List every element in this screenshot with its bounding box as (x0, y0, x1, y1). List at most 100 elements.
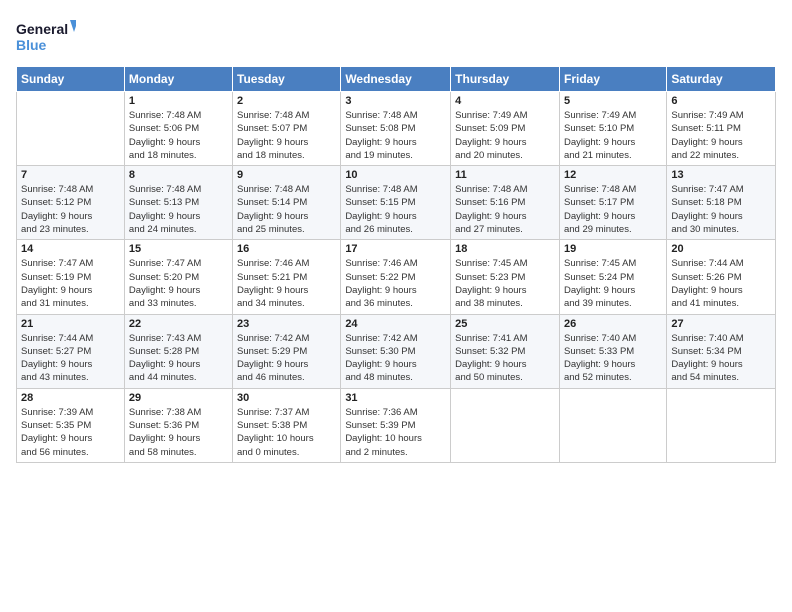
day-info: Sunrise: 7:48 AMSunset: 5:13 PMDaylight:… (129, 183, 228, 236)
calendar-cell (559, 388, 666, 462)
calendar-cell: 3 Sunrise: 7:48 AMSunset: 5:08 PMDaylight… (341, 92, 451, 166)
day-info: Sunrise: 7:49 AMSunset: 5:09 PMDaylight:… (455, 109, 555, 162)
day-number: 23 (237, 318, 336, 330)
day-number: 7 (21, 169, 120, 181)
day-number: 8 (129, 169, 228, 181)
day-info: Sunrise: 7:49 AMSunset: 5:11 PMDaylight:… (671, 109, 771, 162)
day-info: Sunrise: 7:40 AMSunset: 5:33 PMDaylight:… (564, 332, 662, 385)
calendar-cell: 31 Sunrise: 7:36 AMSunset: 5:39 PMDayligh… (341, 388, 451, 462)
calendar-cell: 27 Sunrise: 7:40 AMSunset: 5:34 PMDayligh… (667, 314, 776, 388)
day-info: Sunrise: 7:39 AMSunset: 5:35 PMDaylight:… (21, 406, 120, 459)
calendar-cell: 1 Sunrise: 7:48 AMSunset: 5:06 PMDaylight… (124, 92, 232, 166)
day-number: 25 (455, 318, 555, 330)
calendar-weekday-wednesday: Wednesday (341, 67, 451, 92)
day-number: 9 (237, 169, 336, 181)
day-number: 11 (455, 169, 555, 181)
calendar-cell: 29Sunrise: 7:38 AMSunset: 5:36 PMDayligh… (124, 388, 232, 462)
svg-text:General: General (16, 21, 68, 37)
calendar-cell: 12Sunrise: 7:48 AMSunset: 5:17 PMDayligh… (559, 166, 666, 240)
calendar-cell: 21 Sunrise: 7:44 AMSunset: 5:27 PMDayligh… (17, 314, 125, 388)
logo-svg: General Blue (16, 16, 76, 56)
calendar-weekday-friday: Friday (559, 67, 666, 92)
calendar-header-row: SundayMondayTuesdayWednesdayThursdayFrid… (17, 67, 776, 92)
day-number: 19 (564, 243, 662, 255)
calendar-week-row: 28 Sunrise: 7:39 AMSunset: 5:35 PMDayligh… (17, 388, 776, 462)
day-number: 10 (345, 169, 446, 181)
day-number: 24 (345, 318, 446, 330)
calendar-cell: 7 Sunrise: 7:48 AMSunset: 5:12 PMDaylight… (17, 166, 125, 240)
day-info: Sunrise: 7:48 AMSunset: 5:07 PMDaylight:… (237, 109, 336, 162)
calendar-cell: 6 Sunrise: 7:49 AMSunset: 5:11 PMDaylight… (667, 92, 776, 166)
day-number: 3 (345, 95, 446, 107)
day-number: 2 (237, 95, 336, 107)
calendar-cell: 16 Sunrise: 7:46 AMSunset: 5:21 PMDayligh… (233, 240, 341, 314)
day-number: 28 (21, 392, 120, 404)
calendar-cell: 20Sunrise: 7:44 AMSunset: 5:26 PMDayligh… (667, 240, 776, 314)
day-number: 31 (345, 392, 446, 404)
calendar-cell (667, 388, 776, 462)
day-info: Sunrise: 7:40 AMSunset: 5:34 PMDaylight:… (671, 332, 771, 385)
day-number: 18 (455, 243, 555, 255)
calendar-weekday-tuesday: Tuesday (233, 67, 341, 92)
day-number: 20 (671, 243, 771, 255)
calendar-cell: 26 Sunrise: 7:40 AMSunset: 5:33 PMDayligh… (559, 314, 666, 388)
day-number: 30 (237, 392, 336, 404)
calendar-week-row: 14 Sunrise: 7:47 AMSunset: 5:19 PMDayligh… (17, 240, 776, 314)
day-info: Sunrise: 7:42 AMSunset: 5:30 PMDaylight:… (345, 332, 446, 385)
day-info: Sunrise: 7:44 AMSunset: 5:27 PMDaylight:… (21, 332, 120, 385)
calendar-week-row: 1 Sunrise: 7:48 AMSunset: 5:06 PMDaylight… (17, 92, 776, 166)
day-number: 1 (129, 95, 228, 107)
calendar-week-row: 7 Sunrise: 7:48 AMSunset: 5:12 PMDaylight… (17, 166, 776, 240)
calendar-cell: 24 Sunrise: 7:42 AMSunset: 5:30 PMDayligh… (341, 314, 451, 388)
calendar-cell: 4Sunrise: 7:49 AMSunset: 5:09 PMDaylight… (451, 92, 560, 166)
calendar-cell: 11 Sunrise: 7:48 AMSunset: 5:16 PMDayligh… (451, 166, 560, 240)
calendar-cell (451, 388, 560, 462)
calendar-cell: 8 Sunrise: 7:48 AMSunset: 5:13 PMDaylight… (124, 166, 232, 240)
day-number: 13 (671, 169, 771, 181)
day-info: Sunrise: 7:48 AMSunset: 5:06 PMDaylight:… (129, 109, 228, 162)
day-number: 6 (671, 95, 771, 107)
day-number: 5 (564, 95, 662, 107)
day-info: Sunrise: 7:43 AMSunset: 5:28 PMDaylight:… (129, 332, 228, 385)
day-info: Sunrise: 7:36 AMSunset: 5:39 PMDaylight:… (345, 406, 446, 459)
calendar-weekday-saturday: Saturday (667, 67, 776, 92)
calendar-cell: 23Sunrise: 7:42 AMSunset: 5:29 PMDayligh… (233, 314, 341, 388)
calendar-cell: 25Sunrise: 7:41 AMSunset: 5:32 PMDayligh… (451, 314, 560, 388)
calendar-cell: 19 Sunrise: 7:45 AMSunset: 5:24 PMDayligh… (559, 240, 666, 314)
day-number: 22 (129, 318, 228, 330)
day-number: 17 (345, 243, 446, 255)
day-number: 21 (21, 318, 120, 330)
calendar-cell: 22 Sunrise: 7:43 AMSunset: 5:28 PMDayligh… (124, 314, 232, 388)
day-info: Sunrise: 7:47 AMSunset: 5:19 PMDaylight:… (21, 257, 120, 310)
day-number: 14 (21, 243, 120, 255)
calendar-cell: 18Sunrise: 7:45 AMSunset: 5:23 PMDayligh… (451, 240, 560, 314)
day-info: Sunrise: 7:46 AMSunset: 5:21 PMDaylight:… (237, 257, 336, 310)
calendar-cell: 14 Sunrise: 7:47 AMSunset: 5:19 PMDayligh… (17, 240, 125, 314)
calendar-cell: 30Sunrise: 7:37 AMSunset: 5:38 PMDayligh… (233, 388, 341, 462)
calendar-cell (17, 92, 125, 166)
calendar-cell: 13 Sunrise: 7:47 AMSunset: 5:18 PMDayligh… (667, 166, 776, 240)
day-info: Sunrise: 7:48 AMSunset: 5:14 PMDaylight:… (237, 183, 336, 236)
day-number: 26 (564, 318, 662, 330)
calendar-cell: 9 Sunrise: 7:48 AMSunset: 5:14 PMDaylight… (233, 166, 341, 240)
day-info: Sunrise: 7:45 AMSunset: 5:24 PMDaylight:… (564, 257, 662, 310)
day-info: Sunrise: 7:47 AMSunset: 5:18 PMDaylight:… (671, 183, 771, 236)
day-number: 27 (671, 318, 771, 330)
day-info: Sunrise: 7:48 AMSunset: 5:17 PMDaylight:… (564, 183, 662, 236)
day-info: Sunrise: 7:48 AMSunset: 5:12 PMDaylight:… (21, 183, 120, 236)
day-number: 29 (129, 392, 228, 404)
day-info: Sunrise: 7:48 AMSunset: 5:16 PMDaylight:… (455, 183, 555, 236)
day-info: Sunrise: 7:46 AMSunset: 5:22 PMDaylight:… (345, 257, 446, 310)
day-info: Sunrise: 7:48 AMSunset: 5:15 PMDaylight:… (345, 183, 446, 236)
day-number: 16 (237, 243, 336, 255)
calendar-weekday-thursday: Thursday (451, 67, 560, 92)
logo: General Blue (16, 16, 76, 56)
day-number: 15 (129, 243, 228, 255)
calendar-cell: 5Sunrise: 7:49 AMSunset: 5:10 PMDaylight… (559, 92, 666, 166)
calendar-weekday-sunday: Sunday (17, 67, 125, 92)
calendar-cell: 15Sunrise: 7:47 AMSunset: 5:20 PMDayligh… (124, 240, 232, 314)
calendar-table: SundayMondayTuesdayWednesdayThursdayFrid… (16, 66, 776, 463)
calendar-week-row: 21 Sunrise: 7:44 AMSunset: 5:27 PMDayligh… (17, 314, 776, 388)
calendar-weekday-monday: Monday (124, 67, 232, 92)
day-info: Sunrise: 7:48 AMSunset: 5:08 PMDaylight:… (345, 109, 446, 162)
